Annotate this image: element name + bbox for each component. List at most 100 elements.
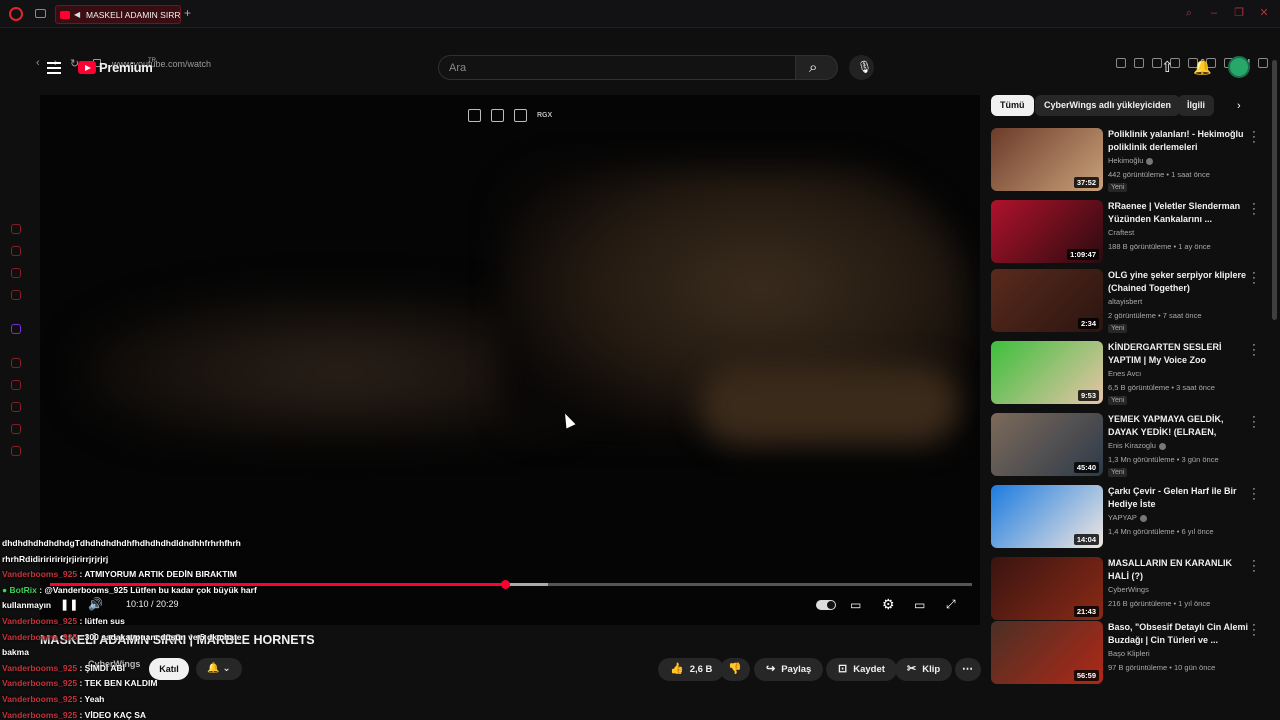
more-vert-icon[interactable]: · · · [1251,268,1257,289]
new-tab-plus-icon[interactable]: + [184,6,191,20]
recommendation-title[interactable]: KİNDERGARTEN SESLERİ YAPTIM | My Voice Z… [1108,341,1250,367]
save-button[interactable]: ⊡ Kaydet [826,658,897,681]
recommendation-channel[interactable]: YAPYAP [1108,513,1147,522]
more-vert-icon[interactable]: · · · [1251,127,1257,148]
browser-tab-active[interactable]: ◀ MASKELİ ADAMIN SIRRI [55,5,181,24]
recommendation-channel[interactable]: Enis Kirazoglu [1108,441,1166,450]
recommendation-title[interactable]: RRaenee | Veletler Slenderman Yüzünden K… [1108,200,1250,226]
autoplay-toggle[interactable] [816,600,836,610]
skip-icon[interactable] [514,109,527,122]
sidebar-player-icon[interactable] [11,380,21,390]
recommendation-item[interactable]: 21:43 MASALLARIN EN KARANLIK HALİ (?) Cybe… [991,556,1271,623]
screen: { "browser": { "tab_title": "MASKELİ ADA… [0,0,1280,720]
recommendation-channel[interactable]: Başo Klipleri [1108,649,1150,658]
upload-icon[interactable]: ⇧ [1161,60,1174,75]
avatar[interactable] [1228,56,1250,78]
thumbnail[interactable]: 14:04 [991,485,1103,548]
tab-islands-icon[interactable] [35,9,46,18]
sidebar-speed-dial-icon[interactable] [11,358,21,368]
recommendation-channel[interactable]: altayisbert [1108,297,1142,306]
recommendation-item[interactable]: 56:59 Baso, "Obsesif Detaylı Cin Alemi Bu… [991,620,1271,687]
recommendation-item[interactable]: 45:40 YEMEK YAPMAYA GELDİK, DAYAK YEDİK! … [991,412,1271,479]
sidebar-history-icon[interactable] [11,402,21,412]
chip-1[interactable]: CyberWings adlı yükleyiciden [1035,95,1180,116]
more-vert-icon[interactable]: · · · [1251,340,1257,361]
recommendation-item[interactable]: 14:04 Çarkı Çevir - Gelen Harf ile Bir He… [991,484,1271,551]
back-icon[interactable]: ‹ [36,57,40,69]
thumbnail[interactable]: 45:40 [991,413,1103,476]
like-button[interactable]: 👍 2,6 B [658,658,725,681]
chip-2[interactable]: İlgili [1178,95,1214,116]
thumbnail[interactable]: 9:53 [991,341,1103,404]
more-vert-icon[interactable]: · · · [1251,620,1257,641]
thumbnail[interactable]: 1:09:47 [991,200,1103,263]
more-actions-button[interactable]: ⋯ [955,658,981,681]
sidebar-settings-icon[interactable] [11,446,21,456]
pin-icon[interactable] [1116,58,1126,68]
duration-badge: 1:09:47 [1067,249,1099,260]
share-icon: ↪ [766,663,776,675]
youtube-logo-icon[interactable] [78,61,96,74]
channel-name: Enes Avcı [1108,369,1142,378]
clip-button[interactable]: ✂ Klip [895,658,953,681]
search-button[interactable]: ⌕ [795,55,838,80]
speaker-icon[interactable]: ◀ [74,10,82,19]
recommendation-item[interactable]: 2:34 OLG yine şeker serpiyor kliplere (Ch… [991,268,1271,335]
premium-logo-text[interactable]: Premium [99,60,153,75]
voice-search-button[interactable]: 🎙 [849,55,874,80]
recommendation-title[interactable]: Poliklinik yalanları! - Hekimoğlu polikl… [1108,128,1250,154]
save-label: Kaydet [853,664,885,675]
recommendation-item[interactable]: 1:09:47 RRaenee | Veletler Slenderman Yüz… [991,199,1271,266]
settings-gear-icon[interactable]: ⚙ [882,597,895,612]
opera-logo-icon[interactable] [9,7,23,21]
subtitles-icon[interactable]: ▭ [850,598,861,613]
thumbnail[interactable]: 37:52 [991,128,1103,191]
chevron-right-icon[interactable]: › [1237,100,1241,112]
thumbnail[interactable]: 21:43 [991,557,1103,620]
new-badge: Yeni [1108,324,1128,333]
recommendation-item[interactable]: 9:53 KİNDERGARTEN SESLERİ YAPTIM | My Voi… [991,340,1271,407]
dislike-button[interactable]: 👎 [720,658,750,681]
sidebar-music-icon[interactable] [11,290,21,300]
snapshot-icon[interactable] [1134,58,1144,68]
recommendation-title[interactable]: Baso, "Obsesif Detaylı Cin Alemi Buzdağı… [1108,621,1250,647]
more-vert-icon[interactable]: · · · [1251,199,1257,220]
close-icon[interactable]: ✕ [1258,7,1270,19]
sidebar-bookmarks-icon[interactable] [11,424,21,434]
scrollbar[interactable] [1272,60,1277,320]
theater-mode-icon[interactable]: ▭ [914,598,925,613]
thumbnail[interactable]: 56:59 [991,621,1103,684]
minimize-icon[interactable]: – [1208,7,1220,19]
recommendation-channel[interactable]: Enes Avcı [1108,369,1141,378]
recommendation-title[interactable]: MASALLARIN EN KARANLIK HALİ (?) [1108,557,1250,583]
thumbnail[interactable]: 2:34 [991,269,1103,332]
rgx-button[interactable]: RGX [537,109,552,122]
chip-0[interactable]: Tümü [991,95,1034,116]
recommendation-channel[interactable]: Hekimoğlu [1108,156,1154,165]
recommendation-channel[interactable]: Craftest [1108,228,1134,237]
more-vert-icon[interactable]: · · · [1251,556,1257,577]
share-button[interactable]: ↪ Paylaş [754,658,824,681]
sidebar-workspace-icon[interactable] [11,246,21,256]
chat-text: : ATMIYORUM ARTIK DEDİN BIRAKTIM [77,569,237,580]
recommendation-title[interactable]: OLG yine şeker serpiyor kliplere (Chaine… [1108,269,1250,295]
fullscreen-icon[interactable]: ⤢ [946,597,956,612]
browser-menu-icon[interactable] [1258,58,1268,68]
notifications-bell-icon[interactable]: 🔔 [1193,60,1212,75]
sidebar-ai-icon[interactable] [11,224,21,234]
guide-menu-icon[interactable] [47,62,61,74]
more-vert-icon[interactable]: · · · [1251,412,1257,433]
sidebar-messenger-icon[interactable] [11,268,21,278]
maximize-icon[interactable]: ❐ [1233,7,1245,19]
recommendation-title[interactable]: YEMEK YAPMAYA GELDİK, DAYAK YEDİK! (ELRA… [1108,413,1250,439]
search-tabs-icon[interactable]: ⌕ [1183,7,1195,19]
recommendation-title[interactable]: Çarkı Çevir - Gelen Harf ile Bir Hediye … [1108,485,1250,511]
scrubber-handle[interactable] [500,580,510,589]
login-icon[interactable] [491,109,504,122]
popout-icon[interactable] [468,109,481,122]
recommendation-channel[interactable]: CyberWings [1108,585,1149,594]
recommendation-item[interactable]: 37:52 Poliklinik yalanları! - Hekimoğlu p… [991,127,1271,194]
sidebar-twitch-icon[interactable] [11,324,21,334]
search-input[interactable]: Ara [438,55,796,80]
more-vert-icon[interactable]: · · · [1251,484,1257,505]
